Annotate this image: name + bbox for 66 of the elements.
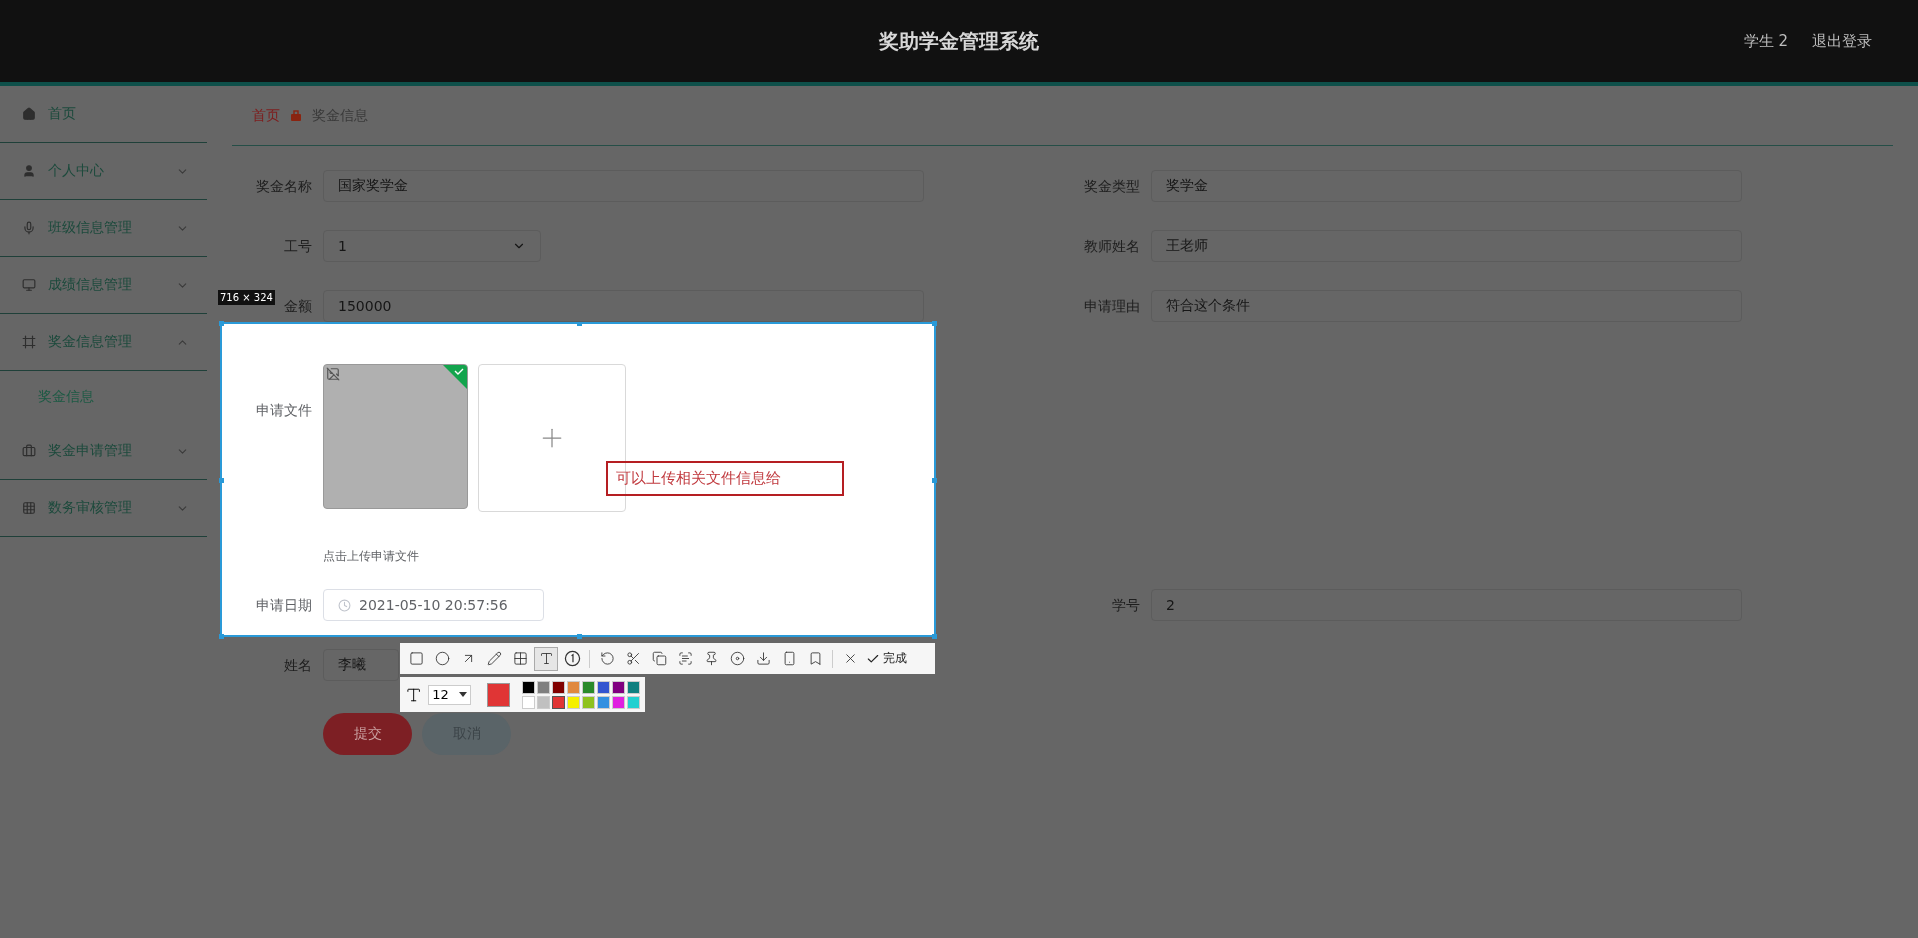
home-icon — [22, 107, 36, 121]
tool-button[interactable] — [534, 646, 558, 671]
monitor-icon — [22, 278, 36, 292]
rectangle-icon — [408, 651, 424, 666]
submit-button[interactable]: 提交 — [323, 713, 412, 755]
field-label: 奖金类型 — [1084, 178, 1140, 194]
circle-icon — [434, 651, 450, 666]
text-annotation[interactable]: 可以上传相关文件信息给 — [606, 461, 844, 496]
input-field[interactable]: 2 — [1151, 589, 1742, 621]
selection-size-label: 716 × 324 — [218, 290, 275, 305]
sidebar-item[interactable]: 奖金信息管理 — [0, 314, 207, 371]
input-field[interactable]: 150000 — [323, 290, 924, 322]
scan-text-icon — [677, 651, 693, 666]
upload-hint: 点击上传申请文件 — [323, 548, 420, 565]
copy-icon — [651, 651, 667, 666]
file-thumbnail[interactable] — [323, 364, 468, 509]
input-field[interactable]: 国家奖学金 — [323, 170, 924, 202]
field-label: 姓名 — [284, 657, 312, 673]
breadcrumb-link[interactable]: 首页 — [252, 106, 280, 125]
field-label: 申请理由 — [1084, 298, 1140, 314]
user-link[interactable]: 学生 2 — [1743, 31, 1788, 51]
app-title: 奖助学金管理系统 — [879, 27, 1039, 55]
broken-image-icon — [326, 367, 340, 381]
field-label: 奖金名称 — [256, 178, 312, 194]
field-label: 申请文件 — [256, 402, 312, 418]
current-color-swatch[interactable] — [486, 682, 510, 707]
user-icon — [22, 164, 36, 178]
pin-icon — [703, 651, 719, 666]
bookmark-icon — [807, 651, 823, 666]
caret-icon — [458, 692, 467, 697]
clock-icon — [338, 598, 351, 612]
undo-icon — [599, 651, 615, 666]
field-label: 工号 — [284, 238, 312, 254]
field-label: 金额 — [284, 298, 312, 314]
sidebar-item[interactable]: 班级信息管理 — [0, 200, 207, 257]
phone-icon — [781, 651, 797, 666]
briefcase-icon — [22, 444, 36, 458]
input-field[interactable]: 王老师 — [1151, 230, 1742, 262]
breadcrumb-separator-icon — [290, 109, 302, 122]
field-label: 教师姓名 — [1084, 238, 1140, 254]
scissors-icon — [625, 651, 641, 666]
pencil-icon — [486, 651, 502, 666]
date-field[interactable]: 2021-05-10 20:57:56 — [323, 589, 544, 621]
input-field[interactable]: 李曦 — [323, 649, 399, 681]
sidebar-item[interactable]: 数务审核管理 — [0, 480, 207, 537]
sidebar-item[interactable]: 个人中心 — [0, 143, 207, 200]
numbered-circle-icon — [563, 650, 581, 667]
font-size-select[interactable]: 12 — [428, 684, 471, 705]
microphone-icon — [22, 221, 36, 235]
color-swatch[interactable] — [552, 695, 565, 709]
download-icon — [755, 651, 771, 666]
select-field[interactable]: 1 — [323, 230, 541, 262]
sidebar-item[interactable]: 首页 — [0, 86, 207, 143]
input-field[interactable]: 符合这个条件 — [1151, 290, 1742, 322]
done-button[interactable]: 完成 — [864, 650, 909, 667]
sidebar-item[interactable]: 成绩信息管理 — [0, 257, 207, 314]
text-icon — [538, 651, 554, 666]
record-icon — [729, 651, 745, 666]
mosaic-icon — [512, 651, 528, 666]
sidebar-item[interactable]: 奖金申请管理 — [0, 423, 207, 480]
grid-icon — [22, 501, 36, 515]
logout-link[interactable]: 退出登录 — [1812, 31, 1872, 51]
frame-icon — [22, 335, 36, 349]
field-label: 申请日期 — [256, 597, 312, 613]
field-label: 学号 — [1112, 597, 1140, 613]
input-field[interactable]: 奖学金 — [1151, 170, 1742, 202]
